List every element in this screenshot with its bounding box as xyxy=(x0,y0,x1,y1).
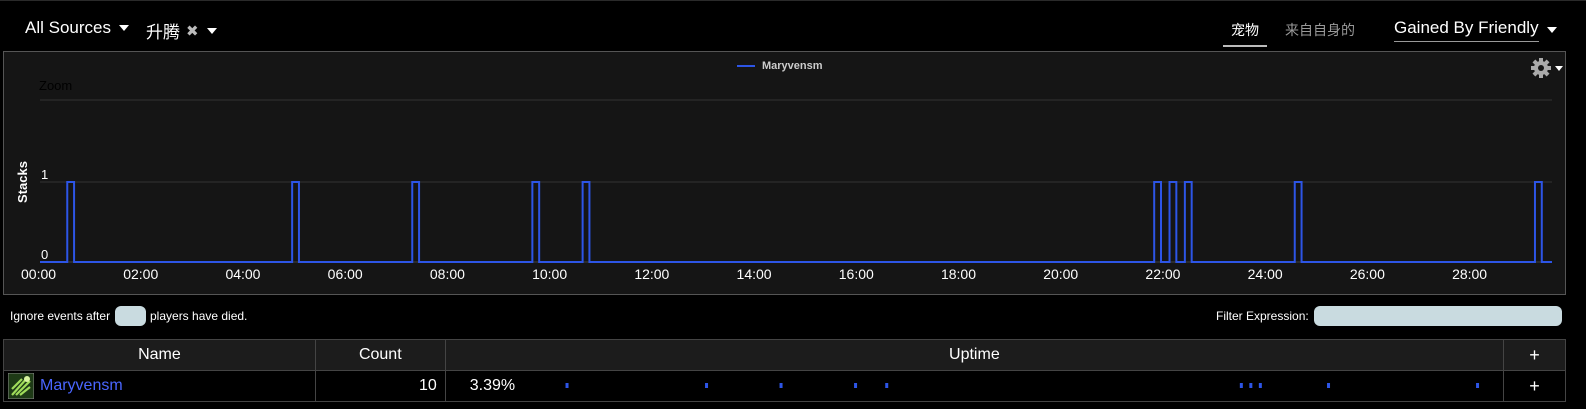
gained-by-dropdown[interactable]: Gained By Friendly xyxy=(1394,18,1557,42)
x-tick-label: 22:00 xyxy=(1145,266,1180,282)
filter-bar: Ignore events after players have died. F… xyxy=(0,300,1586,336)
y-tick-label: 0 xyxy=(41,247,48,262)
uptime-bar xyxy=(565,383,1479,388)
add-column-button[interactable]: + xyxy=(1503,339,1566,371)
uptime-mark xyxy=(704,383,708,388)
x-tick-label: 06:00 xyxy=(328,266,363,282)
chart-settings-button[interactable] xyxy=(1529,56,1565,80)
x-tick-label: 08:00 xyxy=(430,266,465,282)
sources-label: All Sources xyxy=(25,18,111,37)
uptime-mark xyxy=(1258,383,1262,388)
column-header-name[interactable]: Name xyxy=(3,339,316,371)
uptime-mark xyxy=(1475,383,1479,388)
x-tick-label: 24:00 xyxy=(1248,266,1283,282)
uptime-mark xyxy=(853,383,857,388)
uptime-cell: 3.39% xyxy=(444,370,1505,402)
column-header-count[interactable]: Count xyxy=(314,339,446,371)
row-add-button[interactable]: + xyxy=(1503,370,1566,402)
chevron-down-icon xyxy=(118,25,129,31)
x-tick-label: 04:00 xyxy=(225,266,260,282)
gear-icon xyxy=(1531,58,1563,78)
y-tick-label: 1 xyxy=(41,167,48,182)
x-tick-label: 18:00 xyxy=(941,266,976,282)
chevron-down-icon xyxy=(206,27,217,34)
tab-from-self[interactable]: 来自自身的 xyxy=(1285,20,1355,45)
uptime-mark xyxy=(779,383,783,388)
x-tick-label: 28:00 xyxy=(1452,266,1487,282)
tab-pets[interactable]: 宠物 xyxy=(1223,20,1267,47)
uptime-mark xyxy=(1239,383,1243,388)
gained-by-label: Gained By Friendly xyxy=(1394,18,1539,42)
chart-svg[interactable]: Zoom Maryvensm Stacks 0 1 00:00 02:00 04:00 06:0… xyxy=(4,52,1565,294)
chevron-down-icon xyxy=(1546,27,1557,33)
table-row[interactable]: Maryvensm 10 3.39% + xyxy=(3,370,1566,402)
buff-table: Name Count Uptime + Maryvensm 10 3.39% + xyxy=(3,339,1566,402)
sources-dropdown[interactable]: All Sources xyxy=(25,18,129,38)
x-tick-label: 26:00 xyxy=(1350,266,1385,282)
ignore-events-label: Ignore events after xyxy=(10,309,111,323)
x-tick-label: 10:00 xyxy=(532,266,567,282)
x-tick-label: 16:00 xyxy=(839,266,874,282)
column-header-uptime[interactable]: Uptime xyxy=(444,339,1505,371)
x-icon[interactable]: ✖ xyxy=(186,22,199,40)
nature-spell-icon xyxy=(8,373,34,399)
filter-expression-label: Filter Expression: xyxy=(1216,309,1309,323)
player-name-link[interactable]: Maryvensm xyxy=(40,377,123,395)
x-tick-label: 14:00 xyxy=(737,266,772,282)
uptime-mark xyxy=(1326,383,1330,388)
top-bar: All Sources 升腾 ✖ 宠物 来自自身的 Gained By Frie… xyxy=(0,0,1586,52)
x-tick-label: 20:00 xyxy=(1043,266,1078,282)
x-tick-label: 12:00 xyxy=(634,266,669,282)
y-axis-label: Stacks xyxy=(15,161,30,203)
legend-label: Maryvensm xyxy=(762,60,823,72)
uptime-mark xyxy=(565,383,569,388)
players-died-label: players have died. xyxy=(150,309,248,323)
series-line xyxy=(40,181,1552,263)
ability-label: 升腾 xyxy=(146,23,180,42)
x-tick-label: 02:00 xyxy=(123,266,158,282)
filter-expression-input[interactable] xyxy=(1314,306,1562,326)
uptime-mark xyxy=(1249,383,1253,388)
x-tick-label: 00:00 xyxy=(21,266,56,282)
table-header-row: Name Count Uptime + xyxy=(3,339,1566,371)
count-cell: 10 xyxy=(314,370,446,402)
zoom-label: Zoom xyxy=(39,78,72,93)
name-cell: Maryvensm xyxy=(3,370,316,402)
stacks-chart: Zoom Maryvensm Stacks 0 1 00:00 02:00 04:00 06:0… xyxy=(3,51,1566,295)
ability-dropdown[interactable]: 升腾 ✖ xyxy=(146,18,217,43)
death-count-input[interactable] xyxy=(115,306,146,326)
uptime-mark xyxy=(885,383,889,388)
uptime-percent: 3.39% xyxy=(469,377,516,394)
